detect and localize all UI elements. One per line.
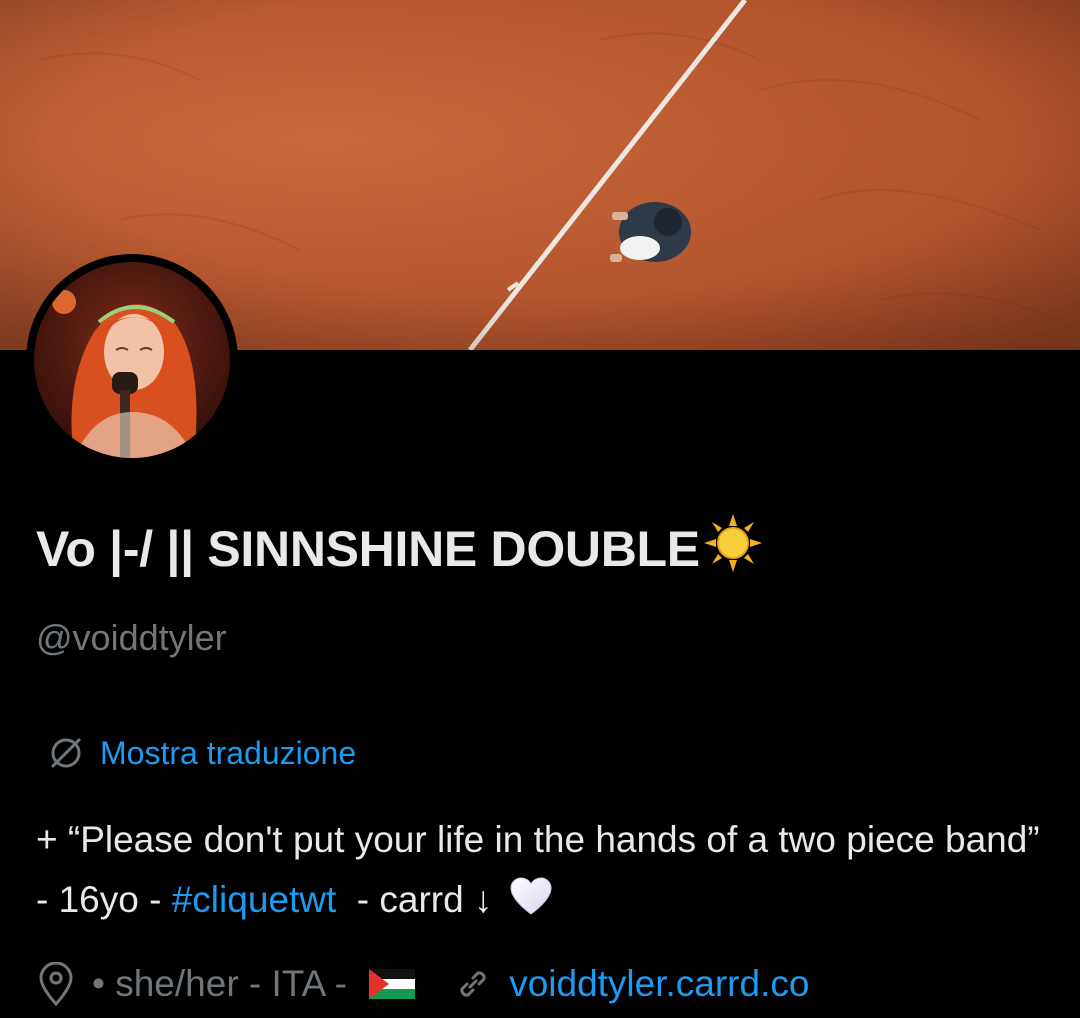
profile-handle: @voiddtyler xyxy=(36,617,227,658)
palestine-flag-icon xyxy=(369,969,416,999)
avatar[interactable] xyxy=(26,254,238,466)
display-name-text: Vo |-/ || SINNSHINE DOUBLE xyxy=(36,521,700,577)
show-translation-label: Mostra traduzione xyxy=(100,734,357,771)
avatar-image xyxy=(34,262,230,458)
sun-emoji-icon xyxy=(703,514,762,572)
bio-text-2: - carrd ↓ xyxy=(336,879,503,920)
website-link[interactable]: voiddtyler.carrd.co xyxy=(453,963,809,1005)
website-link-text: voiddtyler.carrd.co xyxy=(509,963,810,1004)
translate-globe-icon xyxy=(50,737,82,769)
white-heart-icon xyxy=(510,877,552,915)
profile-meta-row: • she/her - ITA - voiddtyler.carrd.co xyxy=(36,962,809,1006)
link-icon xyxy=(460,971,486,997)
location-pin-icon xyxy=(39,962,73,1006)
show-translation-button[interactable]: Mostra traduzione xyxy=(46,733,356,773)
profile-bio: + “Please don't put your life in the han… xyxy=(36,810,1046,930)
location-text: • she/her - ITA - xyxy=(92,963,358,1004)
hashtag-link[interactable]: #cliquetwt xyxy=(172,879,337,920)
display-name: Vo |-/ || SINNSHINE DOUBLE xyxy=(36,512,764,578)
